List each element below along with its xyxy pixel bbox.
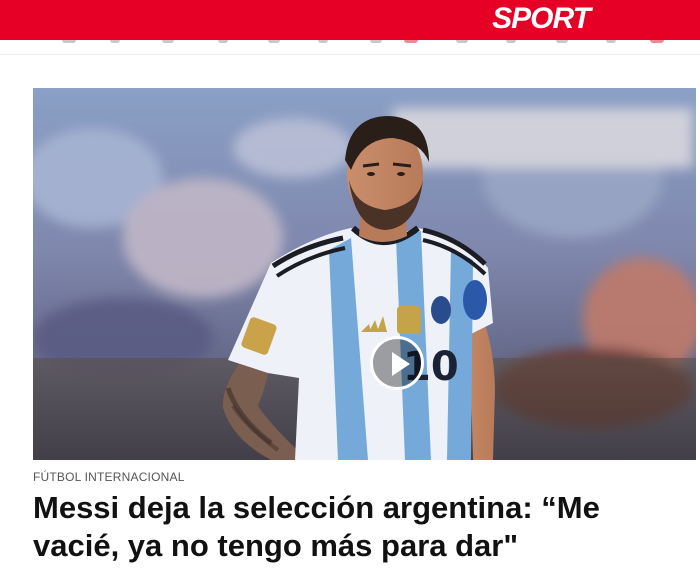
nav-item-marker[interactable] — [218, 40, 228, 43]
nav-item-marker[interactable] — [456, 40, 468, 43]
hero-video[interactable]: 10 — [33, 88, 696, 460]
nav-item-marker[interactable] — [404, 40, 418, 43]
article-headline[interactable]: Messi deja la selección argentina: “Me v… — [33, 489, 688, 565]
hero-photo: 10 — [33, 88, 696, 460]
site-header: SPORT — [0, 0, 700, 40]
play-icon — [392, 352, 410, 376]
sport-logo[interactable]: SPORT — [486, 2, 596, 36]
nav-item-marker[interactable] — [370, 40, 382, 43]
nav-item-marker[interactable] — [556, 40, 568, 43]
nav-item-marker[interactable] — [650, 40, 664, 43]
nav-item-marker[interactable] — [110, 40, 120, 43]
play-button[interactable] — [370, 336, 424, 390]
nav-item-marker[interactable] — [318, 40, 328, 43]
nav-item-marker[interactable] — [606, 40, 616, 43]
nav-strip — [0, 40, 700, 55]
nav-item-marker[interactable] — [268, 40, 280, 43]
nav-item-marker[interactable] — [62, 40, 76, 43]
nav-item-marker[interactable] — [162, 40, 174, 43]
section-label[interactable]: FÚTBOL INTERNACIONAL — [33, 470, 185, 484]
nav-item-marker[interactable] — [506, 40, 516, 43]
